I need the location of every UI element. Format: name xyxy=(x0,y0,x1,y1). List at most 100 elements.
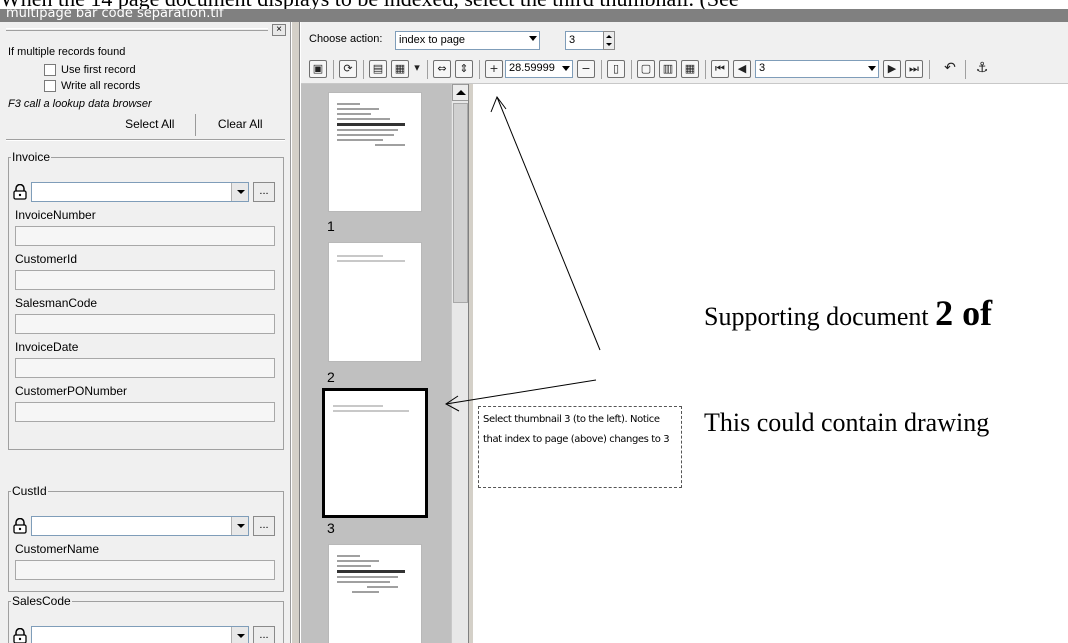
invoicenumber-field[interactable] xyxy=(15,226,275,246)
thumbnail-number-2: 2 xyxy=(327,369,335,385)
action-select-value: index to page xyxy=(399,34,466,46)
scroll-up-icon[interactable] xyxy=(452,84,469,101)
instruction-callout: Select thumbnail 3 (to the left). Notice… xyxy=(478,406,682,488)
clear-all-button[interactable]: Clear All xyxy=(196,114,286,136)
field-label-invoicenumber: InvoiceNumber xyxy=(15,208,96,222)
thumbnail-page-1[interactable] xyxy=(328,92,422,212)
salesmancode-field[interactable] xyxy=(15,314,275,334)
document-viewer: Supporting document 2 of This could cont… xyxy=(474,84,1068,643)
two-up-view-icon[interactable]: ▥ xyxy=(659,60,677,78)
scrollbar-thumb[interactable] xyxy=(453,103,468,303)
zoom-value: 28.59999 xyxy=(509,62,555,74)
toolbar-separator xyxy=(333,60,334,79)
thumbnail-page-2[interactable] xyxy=(328,242,422,362)
rotate-icon[interactable]: ⟳ xyxy=(339,60,357,78)
document-body-line: This could contain drawing xyxy=(704,408,990,437)
anchor-icon[interactable]: ⚓ xyxy=(973,60,991,78)
custid-group-legend: CustId xyxy=(12,484,47,498)
close-panel-button[interactable]: × xyxy=(272,24,286,36)
invoicedate-field[interactable] xyxy=(15,358,275,378)
page-icon[interactable]: ▤ xyxy=(369,60,387,78)
panel-splitter[interactable] xyxy=(291,22,300,643)
toolbar-separator xyxy=(363,60,364,79)
write-all-records-checkbox[interactable] xyxy=(44,80,56,92)
chevron-down-icon[interactable] xyxy=(231,517,248,535)
chevron-down-icon[interactable] xyxy=(231,627,248,643)
chevron-down-icon[interactable] xyxy=(231,183,248,201)
field-label-customerid: CustomerId xyxy=(15,252,78,266)
invoice-lookup-combo[interactable] xyxy=(31,182,249,202)
index-page-spinner-value: 3 xyxy=(569,34,576,46)
select-all-button[interactable]: Select All xyxy=(105,114,196,136)
window-title-bar: multipage bar code separation.tif xyxy=(0,6,1068,22)
field-label-customerponumber: CustomerPONumber xyxy=(15,384,128,398)
toolbar-separator xyxy=(631,60,632,79)
thumbnail-number-3: 3 xyxy=(327,520,335,536)
document-heading-bold: 2 of xyxy=(935,293,993,333)
use-first-record-checkbox[interactable] xyxy=(44,64,56,76)
last-page-icon[interactable]: ⏭ xyxy=(905,60,923,78)
salescode-lookup-combo[interactable] xyxy=(31,626,249,643)
custid-browse-button[interactable]: ... xyxy=(253,516,275,536)
invoice-group: Invoice ... InvoiceNumber CustomerId Sal… xyxy=(8,150,284,450)
grid-view-icon[interactable]: ▦ xyxy=(681,60,699,78)
action-select[interactable]: index to page xyxy=(395,31,540,50)
field-label-invoicedate: InvoiceDate xyxy=(15,340,79,354)
salescode-browse-button[interactable]: ... xyxy=(253,626,275,643)
fit-width-icon[interactable]: ⇔ xyxy=(433,60,451,78)
chevron-down-icon[interactable] xyxy=(868,66,876,71)
single-page-icon[interactable]: ▯ xyxy=(607,60,625,78)
zoom-out-icon[interactable]: − xyxy=(577,60,595,78)
zoom-in-icon[interactable]: + xyxy=(485,60,503,78)
invoice-browse-button[interactable]: ... xyxy=(253,182,275,202)
write-all-records-label: Write all records xyxy=(61,80,141,92)
invoice-group-legend: Invoice xyxy=(12,150,51,164)
field-label-salesmancode: SalesmanCode xyxy=(15,296,98,310)
customername-field[interactable] xyxy=(15,560,275,580)
write-all-records-option[interactable]: Write all records xyxy=(44,80,140,92)
custid-lookup-combo[interactable] xyxy=(31,516,249,536)
customerponumber-field[interactable] xyxy=(15,402,275,422)
divider xyxy=(6,139,285,141)
lock-icon[interactable] xyxy=(13,518,27,534)
thumbnail-number-1: 1 xyxy=(327,218,335,234)
choose-action-label: Choose action: xyxy=(309,33,383,45)
document-heading-text: Supporting document xyxy=(704,302,936,331)
use-first-record-label: Use first record xyxy=(61,64,136,76)
thumbnail-page-3-selected[interactable] xyxy=(322,388,428,518)
single-view-icon[interactable]: ▢ xyxy=(637,60,655,78)
salescode-group-legend: SalesCode xyxy=(12,594,71,608)
index-page-spinner[interactable]: 3 xyxy=(565,31,615,50)
customerid-field[interactable] xyxy=(15,270,275,290)
thumbnail-page-4[interactable] xyxy=(328,544,422,643)
toolbar-separator xyxy=(427,60,428,79)
next-page-icon[interactable]: ▶ xyxy=(883,60,901,78)
zoom-select[interactable]: 28.59999 xyxy=(505,60,573,78)
lock-icon[interactable] xyxy=(13,628,27,643)
toolbar-separator xyxy=(929,60,930,79)
thumbnail-scrollbar[interactable] xyxy=(451,84,469,643)
panel-grip[interactable] xyxy=(6,28,268,31)
toolbar-separator xyxy=(601,60,602,79)
scan-icon[interactable]: ▣ xyxy=(309,60,327,78)
use-first-record-option[interactable]: Use first record xyxy=(44,64,136,76)
lookup-hint: F3 call a lookup data browser xyxy=(8,98,152,110)
custid-group: CustId ... CustomerName xyxy=(8,484,284,592)
viewer-toolbar: ▣ ⟳ ▤ ▦ ▾ ⇔ ⇕ + 28.59999 − ▯ ▢ ▥ ▦ ⏮ ◀ 3… xyxy=(301,54,1068,84)
previous-page-icon[interactable]: ◀ xyxy=(733,60,751,78)
barcode-icon[interactable]: ▦ xyxy=(391,60,409,78)
fit-page-icon[interactable]: ⇕ xyxy=(455,60,473,78)
first-page-icon[interactable]: ⏮ xyxy=(711,60,729,78)
chevron-down-icon[interactable] xyxy=(562,66,570,71)
chevron-down-icon[interactable] xyxy=(529,36,537,41)
spinner-arrows-icon[interactable] xyxy=(603,31,615,50)
toolbar-separator xyxy=(965,60,966,79)
lock-icon[interactable] xyxy=(13,184,27,200)
thumbnail-strip xyxy=(301,84,451,643)
action-toolbar: Choose action: index to page 3 xyxy=(301,22,1068,54)
undo-icon[interactable]: ↶ xyxy=(941,60,959,78)
salescode-group: SalesCode ... xyxy=(8,594,284,643)
chevron-down-icon[interactable]: ▾ xyxy=(411,60,423,78)
page-nav-select[interactable]: 3 xyxy=(755,60,879,78)
toolbar-separator xyxy=(479,60,480,79)
